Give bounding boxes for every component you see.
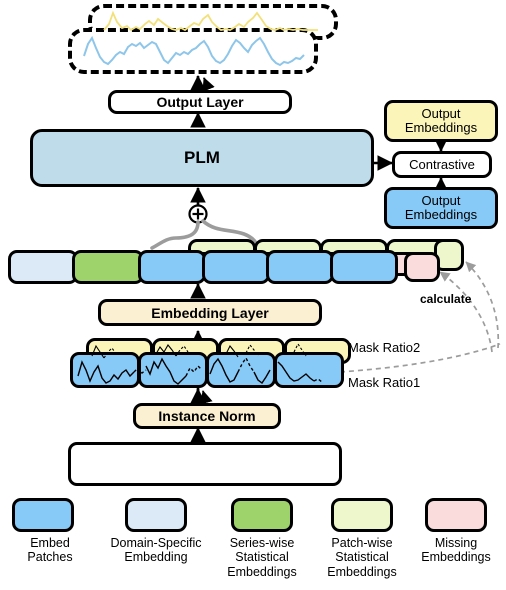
legend-label-embed-patches: Embed Patches (0, 536, 100, 565)
legend-label-line1: Domain-Specific (110, 536, 202, 550)
legend-swatch-domain-specific (125, 498, 187, 532)
legend-label-missing: Missing Embeddings (404, 536, 506, 565)
legend-label-line2: Patches (27, 550, 73, 565)
legend-swatch-missing (425, 498, 487, 532)
legend-label-line1: Series-wise (229, 536, 295, 550)
legend-label-line1: Patch-wise (331, 536, 393, 550)
raw-input-series-block (68, 442, 342, 486)
legend-label-line2: Embedding (124, 550, 188, 565)
legend-swatch-embed-patches (12, 498, 74, 532)
instance-norm-block[interactable]: Instance Norm (133, 403, 281, 429)
legend-label-line1: Embed (30, 536, 70, 550)
legend-label-patch-wise: Patch-wise Statistical Embeddings (312, 536, 412, 579)
mask-ratio-2-label: Mask Ratio2 (348, 340, 421, 355)
architecture-diagram: Output Layer PLM Output Embeddings Contr… (0, 0, 506, 590)
legend-label-line3: Embeddings (227, 564, 297, 579)
legend-swatch-series-wise (231, 498, 293, 532)
legend-swatch-patch-wise (331, 498, 393, 532)
legend-label-line2: Statistical (235, 550, 289, 565)
legend-label-line2: Statistical (335, 550, 389, 565)
legend-label-domain-specific: Domain-Specific Embedding (100, 536, 212, 565)
calculate-label: calculate (420, 292, 472, 306)
mask-ratio-1-label: Mask Ratio1 (348, 375, 421, 390)
legend-label-line3: Embeddings (327, 564, 397, 579)
legend-label-line1: Missing (434, 536, 478, 550)
legend-label-series-wise: Series-wise Statistical Embeddings (212, 536, 312, 579)
legend-label-line2: Embeddings (421, 550, 491, 565)
